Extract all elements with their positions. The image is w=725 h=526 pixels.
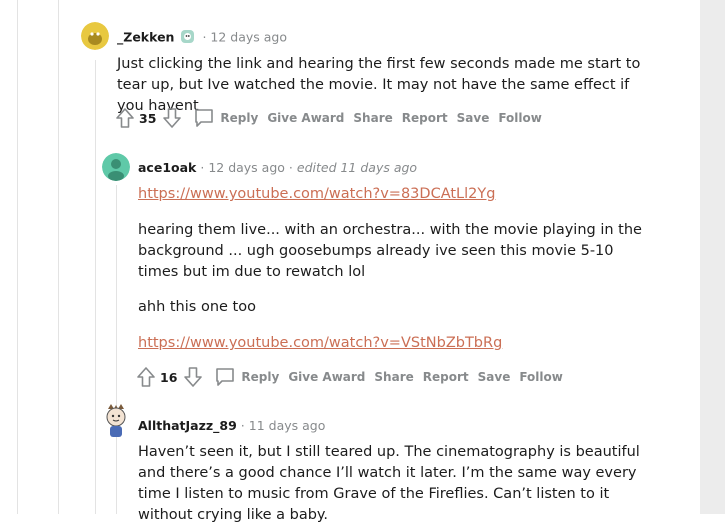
comment-age[interactable]: 11 days ago — [249, 418, 326, 433]
report-button[interactable]: Report — [402, 111, 448, 125]
comment-age[interactable]: 12 days ago — [210, 30, 287, 45]
thread-line-level3[interactable] — [116, 185, 117, 514]
reply-button[interactable]: Reply — [220, 111, 258, 125]
separator: · — [288, 160, 293, 175]
username[interactable]: AllthatJazz_89 — [138, 418, 237, 433]
follow-button[interactable]: Follow — [519, 370, 563, 384]
separator: · — [200, 160, 205, 175]
comment-meta: _Zekken · 12 days ago — [117, 29, 287, 47]
share-button[interactable]: Share — [374, 370, 413, 384]
save-button[interactable]: Save — [478, 370, 511, 384]
upvote-icon[interactable] — [135, 366, 157, 388]
youtube-link[interactable]: https://www.youtube.com/watch?v=VStNbZbT… — [138, 333, 502, 354]
comment-meta: ace1oak · 12 days ago · edited 11 days a… — [138, 160, 417, 175]
comment-meta: AllthatJazz_89 · 11 days ago — [138, 418, 325, 433]
youtube-link[interactable]: https://www.youtube.com/watch?v=83DCAtLl… — [138, 184, 495, 205]
comment-actions: 35 Reply Give Award Share Report Save Fo… — [114, 107, 542, 129]
upvote-icon[interactable] — [114, 107, 136, 129]
comment-body: Haven’t seen it, but I still teared up. … — [138, 444, 640, 523]
avatar[interactable] — [81, 22, 109, 50]
separator: · — [240, 418, 245, 433]
comment-icon[interactable] — [214, 366, 236, 388]
report-button[interactable]: Report — [423, 370, 469, 384]
flair-icon — [180, 29, 195, 47]
thread-line-level2[interactable] — [95, 60, 96, 514]
save-button[interactable]: Save — [457, 111, 490, 125]
give-award-button[interactable]: Give Award — [288, 370, 365, 384]
edited-label: edited 11 days ago — [296, 160, 418, 175]
username[interactable]: ace1oak — [138, 160, 196, 175]
share-button[interactable]: Share — [353, 111, 392, 125]
separator: · — [202, 29, 207, 45]
follow-button[interactable]: Follow — [498, 111, 542, 125]
comment-actions: 16 Reply Give Award Share Report Save Fo… — [135, 366, 563, 388]
thread-line-level1[interactable] — [58, 0, 59, 514]
give-award-button[interactable]: Give Award — [267, 111, 344, 125]
downvote-icon[interactable] — [161, 107, 183, 129]
comment-age[interactable]: 12 days ago — [208, 160, 285, 175]
vote-score: 35 — [139, 110, 157, 126]
downvote-icon[interactable] — [182, 366, 204, 388]
right-gutter — [700, 0, 725, 514]
comment-body-second: ahh this one too — [138, 299, 256, 315]
avatar[interactable] — [102, 403, 130, 439]
thread-line-root[interactable] — [17, 0, 18, 514]
vote-score: 16 — [160, 369, 178, 385]
comment-icon[interactable] — [193, 107, 215, 129]
username[interactable]: _Zekken — [117, 30, 174, 45]
reply-button[interactable]: Reply — [241, 370, 279, 384]
avatar[interactable] — [102, 153, 130, 181]
comment-body: hearing them live... with an orchestra..… — [138, 222, 642, 280]
